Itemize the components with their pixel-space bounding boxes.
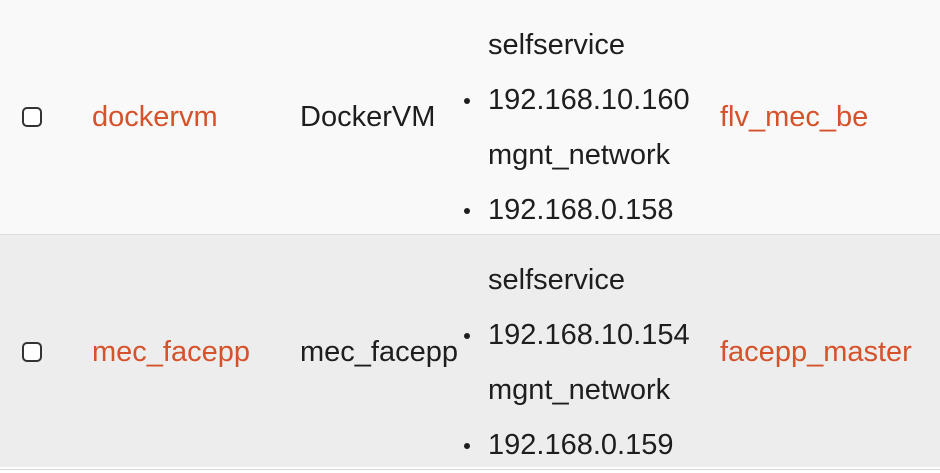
bullet-icon (464, 333, 470, 339)
key-pair-link[interactable]: flv_mec_be (720, 100, 868, 134)
table-row: dockervm DockerVM selfservice 192.168.10… (0, 0, 940, 234)
network-label: selfservice (488, 264, 625, 296)
bullet-icon (464, 98, 470, 104)
network-label: selfservice (488, 29, 625, 61)
instance-name-link[interactable]: dockervm (92, 100, 218, 134)
instance-name-link[interactable]: mec_facepp (92, 335, 250, 369)
ip-address-text: 192.168.0.158 (488, 194, 674, 226)
row-checkbox[interactable] (22, 107, 42, 127)
image-name: mec_facepp (300, 336, 458, 368)
ip-address-list: selfservice 192.168.10.154 mgnt_network … (458, 253, 690, 473)
bullet-icon (464, 208, 470, 214)
key-pair-link[interactable]: facepp_master (720, 335, 912, 369)
network-label: mgnt_network (488, 139, 671, 171)
ip-address: 192.168.10.154 (458, 308, 690, 363)
ip-address-list: selfservice 192.168.10.160 mgnt_network … (458, 18, 690, 238)
table-bottom-border (0, 469, 940, 470)
ip-address-text: 192.168.0.159 (488, 429, 674, 461)
bullet-icon (464, 443, 470, 449)
row-checkbox[interactable] (22, 342, 42, 362)
ip-address: 192.168.10.160 (458, 73, 690, 128)
ip-address-text: 192.168.10.154 (488, 319, 690, 351)
ip-address-text: 192.168.10.160 (488, 84, 690, 116)
network-label: mgnt_network (488, 374, 671, 406)
table-row: mec_facepp mec_facepp selfservice 192.16… (0, 234, 940, 467)
instances-table: dockervm DockerVM selfservice 192.168.10… (0, 0, 940, 472)
ip-address: 192.168.0.159 (458, 418, 690, 473)
ip-address: 192.168.0.158 (458, 183, 690, 238)
image-name: DockerVM (300, 101, 436, 133)
